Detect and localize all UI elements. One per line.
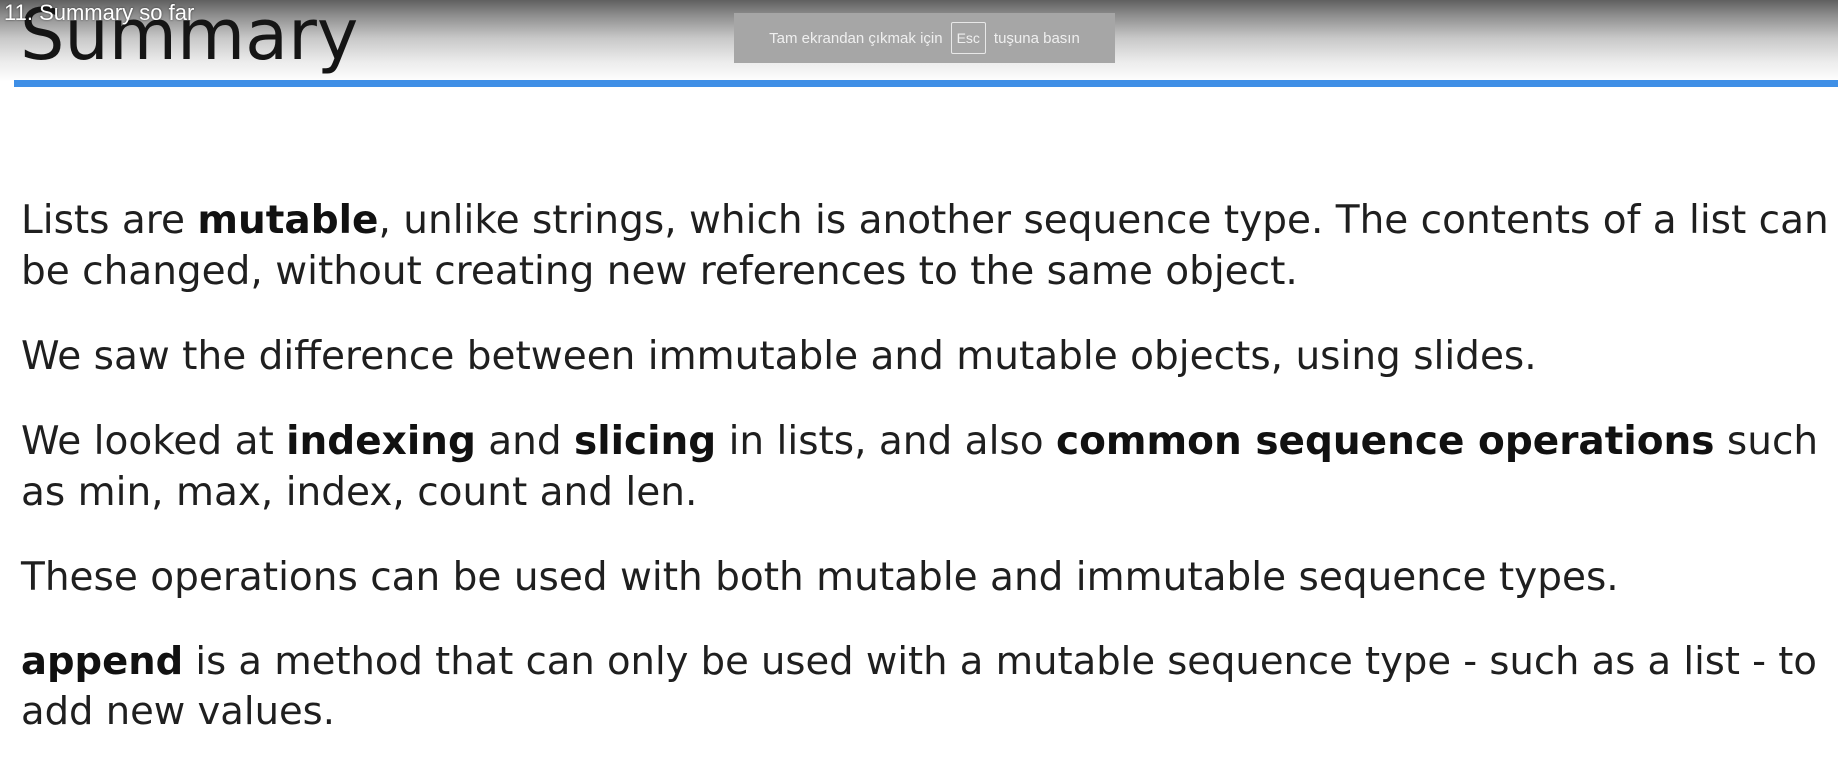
paragraph-text: We saw the difference between immutable … (21, 334, 1537, 379)
summary-paragraph-sequence-types: These operations can be used with both m… (21, 552, 1836, 603)
slide-body: Lists are mutable, unlike strings, which… (21, 195, 1836, 760)
bold-term-common-sequence-operations: common sequence operations (1056, 419, 1715, 464)
title-underline (14, 80, 1838, 87)
esc-key-hint: Esc (950, 22, 986, 54)
summary-paragraph-operations: We looked at indexing and slicing in lis… (21, 416, 1836, 518)
bold-term-mutable: mutable (197, 198, 379, 243)
paragraph-text: such (1714, 419, 1819, 464)
paragraph-text: , unlike strings, which is another seque… (378, 198, 1829, 243)
paragraph-text: in lists, and also (716, 419, 1056, 464)
paragraph-text: be changed, without creating new referen… (21, 249, 1298, 294)
paragraph-text: as min, max, index, count and len. (21, 470, 698, 515)
bold-term-indexing: indexing (286, 419, 476, 464)
fullscreen-exit-notice: Tam ekrandan çıkmak için Esc tuşuna bası… (734, 13, 1115, 63)
paragraph-text: add new values. (21, 689, 335, 734)
paragraph-text: and (475, 419, 575, 464)
paragraph-text: These operations can be used with both m… (21, 555, 1619, 600)
paragraph-text: We looked at (21, 419, 287, 464)
fullscreen-notice-text-before: Tam ekrandan çıkmak için (769, 29, 943, 47)
summary-paragraph-append: append is a method that can only be used… (21, 637, 1836, 737)
summary-paragraph-mutable: Lists are mutable, unlike strings, which… (21, 195, 1836, 297)
bold-term-slicing: slicing (574, 419, 717, 464)
fullscreen-notice-text-after: tuşuna basın (993, 29, 1080, 47)
paragraph-text: Lists are (21, 198, 198, 243)
video-title: 11. Summary so far (4, 0, 195, 25)
paragraph-text: is a method that can only be used with a… (183, 639, 1817, 684)
summary-paragraph-slides: We saw the difference between immutable … (21, 331, 1836, 382)
bold-term-append: append (21, 639, 184, 684)
